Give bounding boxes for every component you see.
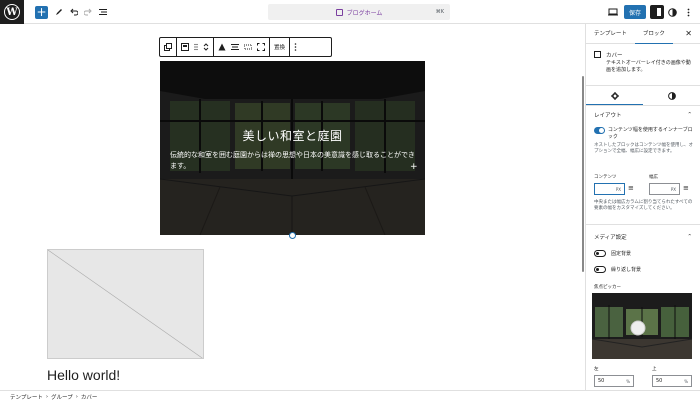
layout-panel-header[interactable]: レイアウト ⌃ (586, 106, 700, 124)
focal-point-picker[interactable] (592, 293, 692, 359)
unit-selector[interactable]: PX (616, 187, 621, 192)
settings-icon[interactable] (650, 5, 664, 19)
focal-point-handle (630, 320, 646, 336)
repeat-background-toggle[interactable] (594, 266, 606, 273)
align-icon[interactable] (244, 43, 252, 51)
close-icon[interactable]: ✕ (685, 29, 692, 38)
justify-icon[interactable]: ≡ (628, 184, 634, 192)
inner-blocks-toggle[interactable] (594, 127, 605, 134)
tab-block[interactable]: ブロック (634, 24, 673, 44)
command-shortcut: ⌘K (435, 9, 444, 15)
parent-selector-group (160, 38, 177, 56)
styles-icon[interactable] (666, 5, 678, 19)
content-position-icon[interactable] (231, 43, 239, 51)
save-button[interactable]: 保存 (624, 5, 646, 19)
canvas-scrollbar[interactable] (582, 76, 584, 272)
document-bar[interactable]: ブログホーム ⌘K (268, 4, 450, 20)
block-card: カバー テキストオーバーレイ付きの画像や動画を追加します。 (586, 44, 700, 86)
block-title: カバー (606, 53, 623, 59)
chevron-right-icon: › (75, 393, 78, 400)
left-label: 左 (594, 367, 599, 372)
cover-paragraph[interactable]: 伝統的な和室を囲む庭園からは禅の思想や日本の美意識を感じ取ることができます。 (170, 150, 420, 172)
undo-icon[interactable] (69, 5, 79, 19)
layout-heading: レイアウト (594, 113, 622, 119)
more-options-icon[interactable] (683, 5, 693, 19)
inner-blocks-toggle-row: コンテンツ幅を使用するインナーブロック (594, 127, 694, 141)
cover-resize-handle[interactable] (289, 232, 296, 239)
options-group (290, 38, 301, 56)
breadcrumb-item[interactable]: テンプレート (10, 393, 43, 401)
panel-divider (586, 224, 700, 225)
wordpress-logo[interactable]: W (0, 0, 24, 24)
full-height-icon[interactable] (257, 43, 265, 51)
featured-image-placeholder[interactable] (47, 249, 204, 359)
document-title: ブログホーム (346, 9, 383, 17)
editor-top-bar: W + ブログホーム ⌘K 保存 (0, 0, 700, 24)
list-view-icon[interactable] (98, 5, 108, 19)
cover-controls-group (214, 38, 270, 56)
chevron-up-icon: ⌃ (687, 112, 692, 118)
media-heading: メディア設定 (594, 235, 627, 241)
repeat-background-label: 繰り返し背景 (611, 267, 642, 273)
fixed-background-toggle[interactable] (594, 250, 606, 257)
replace-group: 置換 (270, 38, 291, 56)
add-inner-block-icon[interactable]: + (410, 162, 418, 172)
content-width-label: コンテンツ (594, 175, 617, 180)
top-label: 上 (652, 367, 657, 372)
cover-block-icon[interactable] (181, 43, 189, 51)
replace-button[interactable]: 置換 (274, 43, 285, 51)
cover-heading[interactable]: 美しい和室と庭園 (160, 127, 425, 144)
redo-icon[interactable] (83, 5, 93, 19)
wide-width-label: 幅広 (649, 175, 658, 180)
repeat-bg-row: 繰り返し背景 (594, 266, 641, 273)
post-title[interactable]: Hello world! (47, 367, 120, 383)
content-width-input[interactable]: PX (594, 183, 625, 195)
gear-icon (610, 91, 619, 100)
breadcrumb-item[interactable]: カバー (81, 393, 98, 401)
inner-blocks-toggle-label: コンテンツ幅を使用するインナーブロック (607, 127, 693, 140)
block-toolbar: 置換 (159, 37, 332, 57)
placeholder-diagonal (48, 250, 203, 358)
template-icon (335, 8, 343, 16)
fixed-background-label: 固定背景 (611, 251, 632, 257)
styles-icon (667, 91, 676, 100)
sidebar-tabs: テンプレート ブロック ✕ (586, 24, 700, 44)
block-breadcrumb: テンプレート › グループ › カバー (0, 390, 700, 402)
focal-left-input[interactable]: 50 % (594, 375, 634, 387)
block-switcher-group (177, 38, 214, 56)
fixed-bg-row: 固定背景 (594, 250, 631, 257)
focal-top-input[interactable]: 50 % (652, 375, 692, 387)
block-description: テキストオーバーレイ付きの画像や動画を追加します。 (606, 60, 691, 73)
tab-template[interactable]: テンプレート (586, 24, 635, 44)
desktop-preview-icon[interactable] (607, 5, 619, 19)
width-help: 中央または幅広カラムに割り当てられたすべての要素の幅をカスタマイズしてください。 (594, 200, 693, 211)
justify-icon[interactable]: ≡ (683, 184, 689, 192)
chevron-right-icon: › (45, 393, 49, 400)
unit-selector[interactable]: PX (671, 187, 676, 192)
tab-settings[interactable] (586, 86, 643, 105)
wordpress-w-icon: W (4, 4, 20, 20)
drag-handle-icon[interactable] (194, 43, 198, 51)
tab-styles[interactable] (643, 86, 700, 105)
settings-subtabs (586, 86, 700, 106)
select-parent-icon[interactable] (164, 43, 172, 51)
focal-picker-label: 焦点ピッカー (594, 285, 621, 290)
cover-block-icon (594, 51, 601, 58)
inner-blocks-help: ネストしたブロックはコンテンツ幅を使用し、オプションで全幅、幅広に設定できます。 (594, 143, 693, 154)
wide-width-input[interactable]: PX (649, 183, 680, 195)
overlay-color-icon[interactable] (218, 43, 226, 51)
move-up-down-icon[interactable] (203, 42, 209, 52)
breadcrumb-item[interactable]: グループ (51, 393, 73, 401)
pencil-icon[interactable] (54, 5, 64, 19)
add-block-button[interactable]: + (35, 6, 48, 19)
media-panel-header[interactable]: メディア設定 ⌃ (586, 228, 700, 246)
cover-block[interactable]: 美しい和室と庭園 伝統的な和室を囲む庭園からは禅の思想や日本の美意識を感じ取るこ… (160, 61, 425, 235)
cover-background-image (160, 61, 425, 235)
block-options-icon[interactable] (294, 43, 297, 51)
chevron-up-icon: ⌃ (687, 234, 692, 240)
focal-preview-image (592, 293, 692, 359)
